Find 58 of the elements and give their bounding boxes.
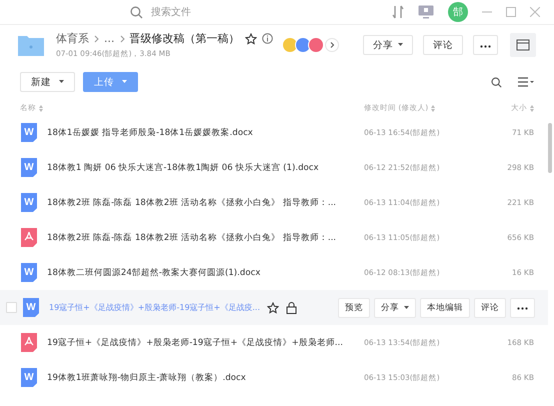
- transfer-icon[interactable]: [392, 5, 404, 19]
- lock-icon[interactable]: [286, 302, 297, 314]
- hovered-row[interactable]: W 19寇子恒+《足战疫情》+殷枭老师-19寇子恒+《足战疫... 预览 分享 本地编辑 评论: [0, 290, 548, 325]
- file-name[interactable]: 18体教二班何圆源24郜超然-教案大赛何圆源(1).docx: [47, 266, 364, 278]
- more-icon: [517, 306, 528, 310]
- file-name[interactable]: 18体教1 陶妍 06 快乐大迷宫-18体教1陶妍 06 快乐大迷宫 (1).docx: [47, 162, 364, 174]
- sort-icon[interactable]: [431, 104, 436, 112]
- breadcrumb-link[interactable]: ...: [104, 32, 114, 45]
- breadcrumb-link[interactable]: 体育系: [56, 31, 89, 46]
- close-icon[interactable]: [530, 7, 540, 17]
- sort-icon[interactable]: [39, 104, 43, 112]
- scrollbar[interactable]: [548, 123, 552, 173]
- caret-icon: [398, 43, 403, 46]
- folder-title: 晋级修改稿（第一稿）: [130, 31, 240, 46]
- row-action-button[interactable]: 评论: [474, 298, 506, 318]
- member-avatar[interactable]: [295, 37, 311, 53]
- comment-button[interactable]: 评论: [423, 35, 463, 55]
- more-button[interactable]: [473, 35, 498, 55]
- chevron-button-icon[interactable]: [325, 38, 339, 52]
- sort-icon[interactable]: [530, 104, 534, 112]
- more-button[interactable]: [510, 298, 535, 318]
- chevron-icon: [94, 34, 99, 42]
- word-file-icon: W: [23, 298, 39, 317]
- word-file-icon: W: [21, 158, 37, 177]
- monitor-icon[interactable]: [418, 5, 434, 19]
- caret-icon: [59, 80, 64, 84]
- row-action-button[interactable]: 分享: [374, 298, 416, 318]
- checkbox[interactable]: [6, 302, 17, 313]
- search-icon: [130, 6, 143, 18]
- star-icon[interactable]: [244, 32, 256, 44]
- chevron-icon: [120, 34, 124, 42]
- folder-icon: [18, 34, 44, 56]
- word-file-icon: W: [21, 193, 37, 212]
- row-action-button[interactable]: 本地编辑: [420, 298, 470, 318]
- caret-icon: [122, 80, 127, 84]
- list-view-icon[interactable]: [518, 77, 534, 87]
- word-file-icon: W: [21, 263, 37, 282]
- word-file-icon: W: [21, 368, 37, 387]
- member-avatar[interactable]: [282, 37, 298, 53]
- more-icon: [480, 44, 491, 48]
- file-name[interactable]: 19体教1班萧咏翔-物归原主-萧咏翔（教案）.docx: [47, 372, 364, 384]
- star-icon[interactable]: [266, 302, 279, 314]
- pdf-file-icon: [21, 333, 37, 352]
- pdf-file-icon: [21, 228, 37, 247]
- maximize-icon[interactable]: [506, 7, 516, 17]
- file-name[interactable]: 19寇子恒+《足战疫情》+殷枭老师-19寇子恒+《足战疫情》+殷枭老师...: [47, 336, 364, 348]
- new-button[interactable]: 新建: [20, 72, 75, 92]
- file-name[interactable]: 18体教2班 陈磊-陈磊 18体教2班 活动名称《拯救小白兔》 指导教师：...: [47, 196, 364, 208]
- info-icon[interactable]: [262, 33, 272, 44]
- row-action-button[interactable]: 预览: [338, 298, 370, 318]
- word-file-icon: W: [21, 123, 37, 142]
- search-icon[interactable]: [491, 76, 502, 88]
- panel-icon[interactable]: [510, 33, 536, 57]
- file-name[interactable]: 18体教2班 陈磊-陈磊 18体教2班 活动名称《拯救小白兔》 指导教师：...: [47, 232, 364, 244]
- file-name[interactable]: 18体1岳媛媛 指导老师殷枭-18体1岳媛媛教案.docx: [47, 126, 364, 138]
- share-button[interactable]: 分享: [363, 35, 413, 55]
- member-avatar[interactable]: [308, 37, 324, 53]
- caret-icon: [404, 306, 409, 309]
